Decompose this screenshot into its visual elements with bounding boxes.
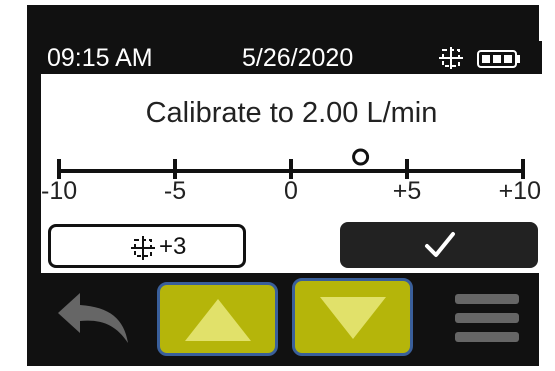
checkmark-icon [424,230,456,265]
menu-icon [455,294,521,347]
target-crosshair-icon [439,47,463,74]
tick-label: -10 [41,177,78,205]
confirm-button[interactable] [340,222,538,268]
status-time: 09:15 AM [47,44,153,72]
menu-button[interactable] [455,293,521,348]
calibration-title: Calibrate to 2.00 L/min [145,97,438,129]
status-date: 5/26/2020 [242,44,354,72]
back-arrow-icon [56,293,132,351]
down-triangle-icon [318,295,388,346]
scale-indicator [352,148,370,166]
tick-label: +10 [498,177,541,205]
offset-button[interactable]: +3 [48,224,246,268]
calibration-scale [57,148,525,179]
up-button[interactable] [157,282,278,356]
tick-label: -5 [163,177,187,205]
tick-label: 0 [284,177,298,205]
up-triangle-icon [183,297,253,348]
device-screen: 09:15 AM 5/26/2020 Calibrate to 2.00 L/m… [41,41,542,273]
target-crosshair-icon [131,236,155,265]
status-bar: 09:15 AM 5/26/2020 [41,41,542,74]
tick-label: +5 [392,177,422,205]
down-button[interactable] [292,278,413,356]
battery-icon [477,50,521,73]
offset-value: +3 [159,233,187,260]
back-button[interactable] [56,291,132,352]
